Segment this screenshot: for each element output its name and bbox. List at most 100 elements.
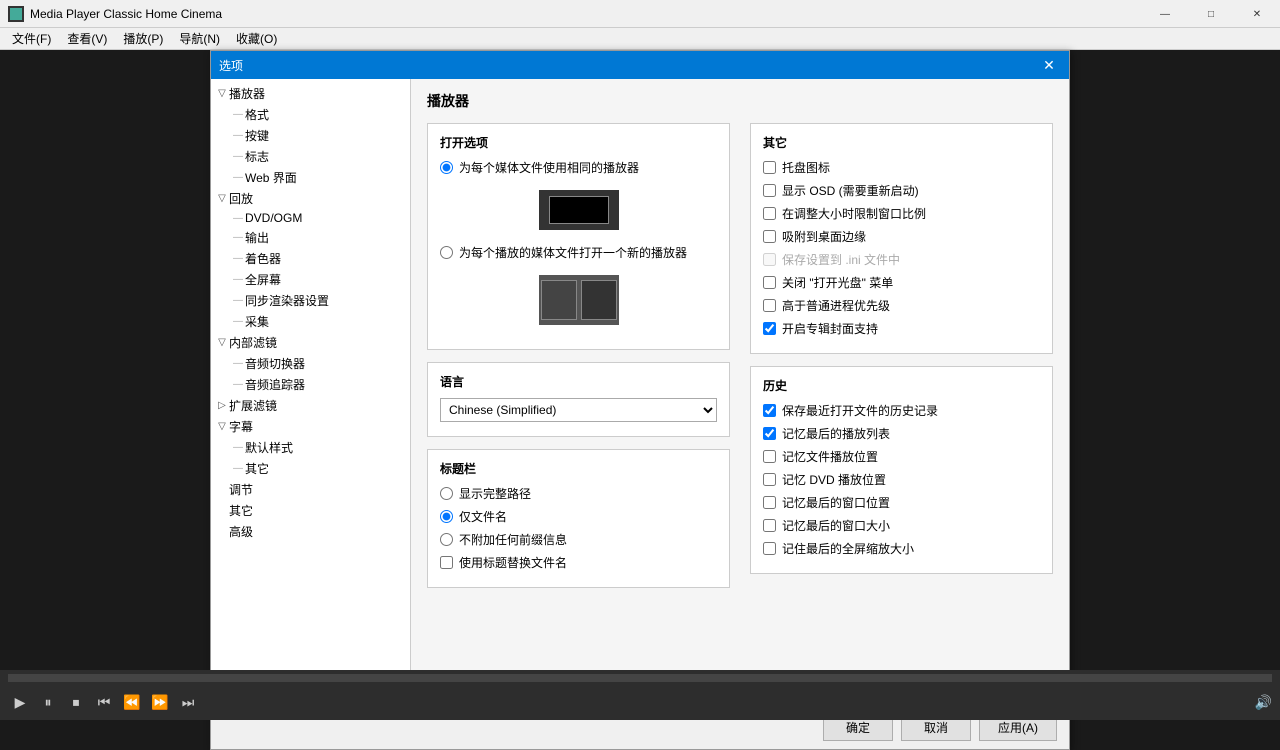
- tree-item-web[interactable]: — Web 界面: [211, 167, 410, 188]
- dash-icon2: —: [231, 130, 245, 141]
- history-label-0[interactable]: 保存最近打开文件的历史记录: [782, 402, 938, 419]
- open-options-box: 打开选项 为每个媒体文件使用相同的播放器: [427, 123, 730, 350]
- other-opt-label-5[interactable]: 关闭 "打开光盘" 菜单: [782, 274, 893, 291]
- other-opt-checkbox-4[interactable]: [763, 253, 776, 266]
- history-label-5[interactable]: 记忆最后的窗口大小: [782, 517, 890, 534]
- history-checkbox-6[interactable]: [763, 542, 776, 555]
- tree-item-playback[interactable]: ▽ 回放: [211, 188, 410, 209]
- other-opt-checkbox-6[interactable]: [763, 299, 776, 312]
- history-checkbox-1[interactable]: [763, 427, 776, 440]
- titlebar-radio1[interactable]: [440, 487, 453, 500]
- other-opt-checkbox-5[interactable]: [763, 276, 776, 289]
- other-opt-label-6[interactable]: 高于普通进程优先级: [782, 297, 890, 314]
- titlebar-radio3[interactable]: [440, 533, 453, 546]
- player-area: www.kkx.net 选项 ✕ ▽ 播放器 — 格式 —: [0, 50, 1280, 670]
- tree-item-advanced[interactable]: 高级: [211, 521, 410, 542]
- other-opt-checkbox-2[interactable]: [763, 207, 776, 220]
- pause-button[interactable]: ⏸: [36, 690, 60, 714]
- open-option-radio2-label[interactable]: 为每个播放的媒体文件打开一个新的播放器: [459, 244, 687, 261]
- history-label-6[interactable]: 记住最后的全屏缩放大小: [782, 540, 914, 557]
- screen-icon: [549, 196, 609, 224]
- dash-icon6: —: [231, 232, 245, 243]
- left-column: 打开选项 为每个媒体文件使用相同的播放器: [427, 123, 730, 600]
- tree-item-internal-filters[interactable]: ▽ 内部滤镜: [211, 332, 410, 353]
- titlebar-radio2-label[interactable]: 仅文件名: [459, 508, 507, 525]
- language-title: 语言: [440, 373, 717, 390]
- other-opt-label-3[interactable]: 吸附到桌面边缘: [782, 228, 866, 245]
- tree-item-keys[interactable]: — 按键: [211, 125, 410, 146]
- tree-item-flags[interactable]: — 标志: [211, 146, 410, 167]
- titlebar-checkbox-label[interactable]: 使用标题替换文件名: [459, 554, 567, 571]
- titlebar-radio3-label[interactable]: 不附加任何前缀信息: [459, 531, 567, 548]
- open-option-radio1-label[interactable]: 为每个媒体文件使用相同的播放器: [459, 159, 639, 176]
- other-opt-label-4[interactable]: 保存设置到 .ini 文件中: [782, 251, 900, 268]
- tree-item-sync[interactable]: — 同步渲染器设置: [211, 290, 410, 311]
- tree-item-ext-filter[interactable]: ▷ 扩展滤镜: [211, 395, 410, 416]
- titlebar-radio2[interactable]: [440, 510, 453, 523]
- tree-item-format[interactable]: — 格式: [211, 104, 410, 125]
- app-icon: [8, 6, 24, 22]
- tree-item-other[interactable]: 其它: [211, 500, 410, 521]
- volume-icon[interactable]: 🔊: [1255, 694, 1272, 711]
- history-label-2[interactable]: 记忆文件播放位置: [782, 448, 878, 465]
- tree-item-dvd[interactable]: — DVD/OGM: [211, 209, 410, 227]
- tree-item-shader[interactable]: — 着色器: [211, 248, 410, 269]
- titlebar-radio1-label[interactable]: 显示完整路径: [459, 485, 531, 502]
- menu-nav[interactable]: 导航(N): [171, 28, 228, 49]
- history-label-4[interactable]: 记忆最后的窗口位置: [782, 494, 890, 511]
- tree-item-sub-other[interactable]: — 其它: [211, 458, 410, 479]
- minimize-button[interactable]: —: [1142, 0, 1188, 28]
- other-opt-label-0[interactable]: 托盘图标: [782, 159, 830, 176]
- history-opt-2: 记忆文件播放位置: [763, 448, 1040, 465]
- other-opt-checkbox-0[interactable]: [763, 161, 776, 174]
- other-opt-label-1[interactable]: 显示 OSD (需要重新启动): [782, 182, 919, 199]
- tree-item-player[interactable]: ▽ 播放器: [211, 83, 410, 104]
- history-checkbox-2[interactable]: [763, 450, 776, 463]
- menu-view[interactable]: 查看(V): [59, 28, 115, 49]
- menu-favorites[interactable]: 收藏(O): [228, 28, 285, 49]
- tree-item-default-style[interactable]: — 默认样式: [211, 437, 410, 458]
- dash-icon4: —: [231, 172, 245, 183]
- menu-play[interactable]: 播放(P): [115, 28, 171, 49]
- history-checkbox-0[interactable]: [763, 404, 776, 417]
- other-opt-label-7[interactable]: 开启专辑封面支持: [782, 320, 878, 337]
- other-opt-label-2[interactable]: 在调整大小时限制窗口比例: [782, 205, 926, 222]
- dialog-body: ▽ 播放器 — 格式 — 按键 — 标志 — Web 界面: [211, 79, 1069, 705]
- other-options-title: 其它: [763, 134, 1040, 151]
- tree-item-output[interactable]: — 输出: [211, 227, 410, 248]
- other-opt-checkbox-7[interactable]: [763, 322, 776, 335]
- tree-item-fullscreen[interactable]: — 全屏幕: [211, 269, 410, 290]
- history-label-3[interactable]: 记忆 DVD 播放位置: [782, 471, 886, 488]
- tree-item-audio-decoder[interactable]: — 音频追踪器: [211, 374, 410, 395]
- language-box: 语言 Chinese (Simplified) English Japanese…: [427, 362, 730, 437]
- open-option-radio1[interactable]: [440, 161, 453, 174]
- history-checkbox-4[interactable]: [763, 496, 776, 509]
- maximize-button[interactable]: □: [1188, 0, 1234, 28]
- tree-item-adjust[interactable]: 调节: [211, 479, 410, 500]
- menu-file[interactable]: 文件(F): [4, 28, 59, 49]
- play-button[interactable]: ▶: [8, 690, 32, 714]
- close-button[interactable]: ✕: [1234, 0, 1280, 28]
- history-label-1[interactable]: 记忆最后的播放列表: [782, 425, 890, 442]
- history-checkbox-5[interactable]: [763, 519, 776, 532]
- history-opt-6: 记住最后的全屏缩放大小: [763, 540, 1040, 557]
- open-option-radio2[interactable]: [440, 246, 453, 259]
- other-opt-checkbox-3[interactable]: [763, 230, 776, 243]
- titlebar-radio3-row: 不附加任何前缀信息: [440, 531, 717, 548]
- options-dialog: 选项 ✕ ▽ 播放器 — 格式 — 按键 —: [210, 50, 1070, 750]
- other-opt-checkbox-1[interactable]: [763, 184, 776, 197]
- seek-bar[interactable]: [8, 674, 1272, 682]
- stop-button[interactable]: ⏹: [64, 690, 88, 714]
- prev-button[interactable]: ⏮: [92, 690, 116, 714]
- history-checkbox-3[interactable]: [763, 473, 776, 486]
- tree-item-audio-switcher[interactable]: — 音频切换器: [211, 353, 410, 374]
- next-button[interactable]: ⏭: [176, 690, 200, 714]
- forward-button[interactable]: ⏩: [148, 690, 172, 714]
- language-select[interactable]: Chinese (Simplified) English Japanese Ko…: [440, 398, 717, 422]
- rewind-button[interactable]: ⏪: [120, 690, 144, 714]
- other-opt-5: 关闭 "打开光盘" 菜单: [763, 274, 1040, 291]
- titlebar-checkbox[interactable]: [440, 556, 453, 569]
- tree-item-subtitle[interactable]: ▽ 字幕: [211, 416, 410, 437]
- tree-item-capture[interactable]: — 采集: [211, 311, 410, 332]
- dialog-close-button[interactable]: ✕: [1037, 53, 1061, 77]
